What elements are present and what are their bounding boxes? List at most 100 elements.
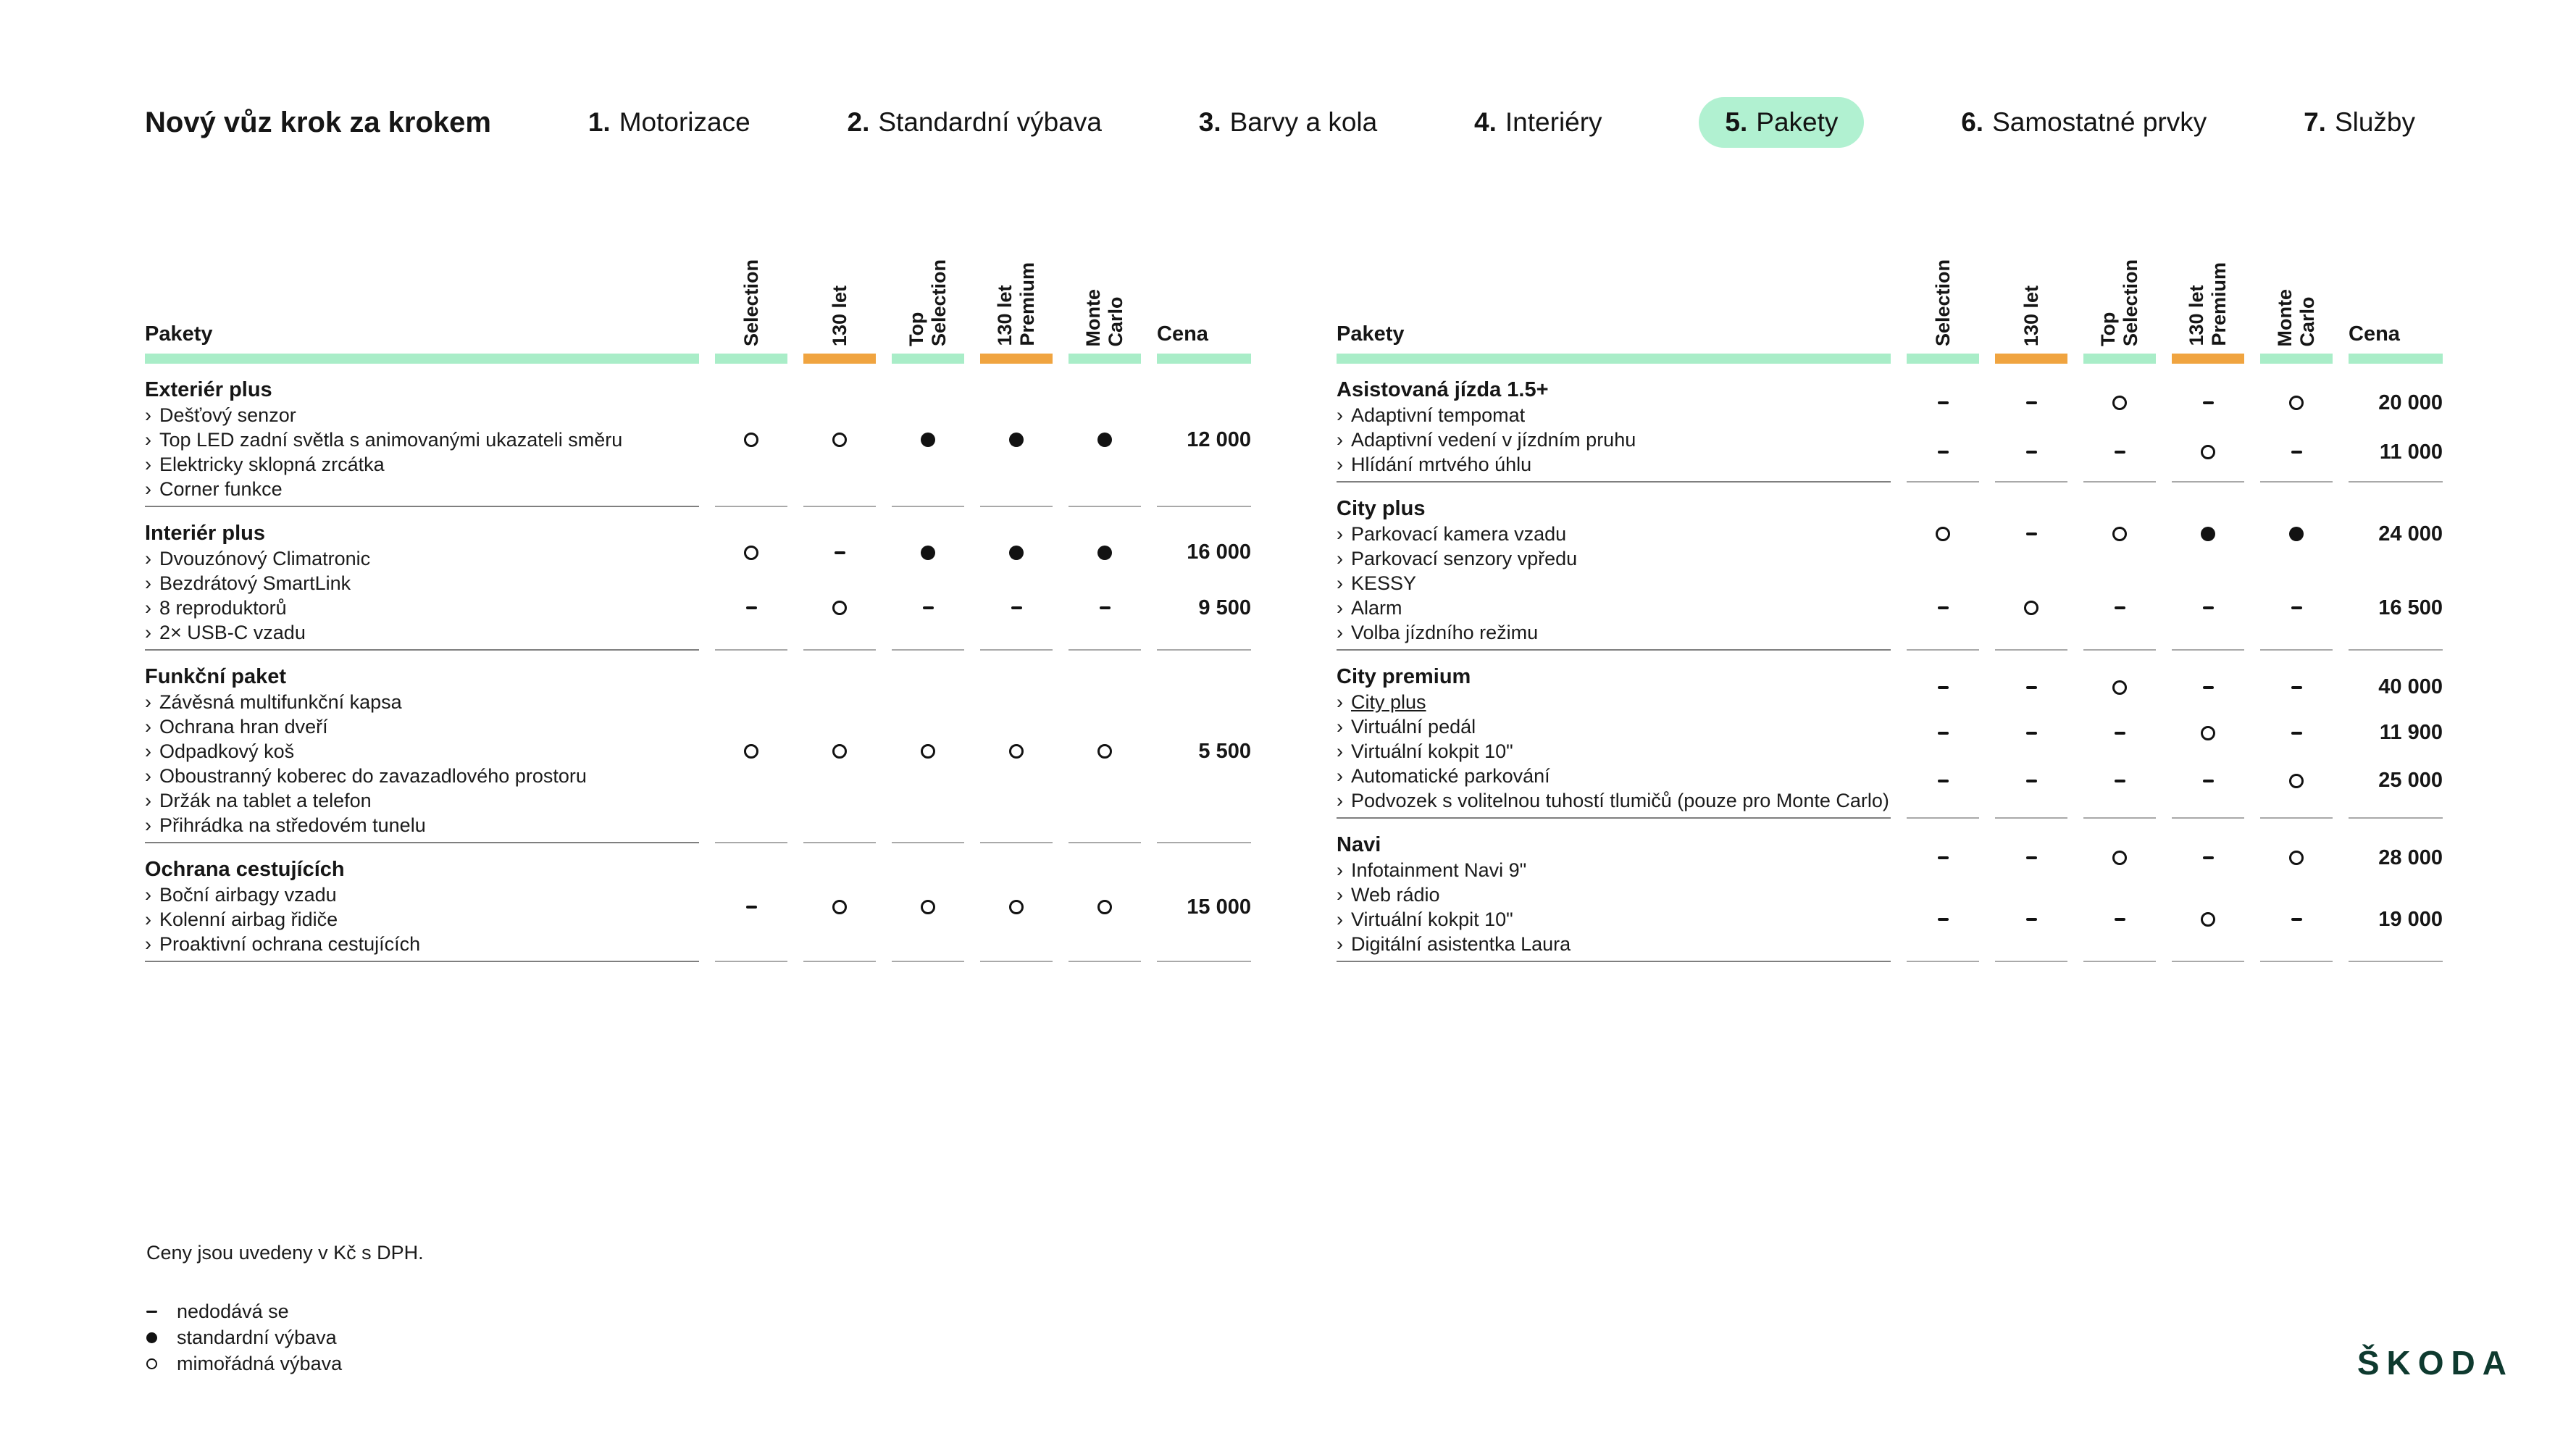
column-underline-bar bbox=[2083, 354, 2156, 364]
trim-marks-cell bbox=[803, 843, 876, 962]
feature-text: Ochrana hran dveří bbox=[159, 716, 328, 738]
feature-text: Virtuální kokpit 10" bbox=[1351, 909, 1513, 930]
availability-mark bbox=[2172, 391, 2244, 415]
trim-marks-cell bbox=[892, 507, 964, 651]
availability-mark bbox=[892, 540, 964, 565]
price-cell: 12 000 bbox=[1157, 364, 1251, 507]
trim-marks-cell bbox=[803, 507, 876, 651]
price-value: 15 000 bbox=[1157, 895, 1251, 919]
trim-marks-cell bbox=[1907, 651, 1979, 819]
mark-symbol bbox=[2291, 606, 2302, 609]
step-label: Samostatné prvky bbox=[1992, 107, 2207, 138]
feature-item: Oboustranný koberec do zavazadlového pro… bbox=[145, 764, 699, 788]
availability-mark bbox=[715, 540, 787, 565]
feature-item: Automatické parkování bbox=[1337, 764, 1891, 788]
step-nav-item-3[interactable]: 3. Barvy a kola bbox=[1199, 97, 1377, 148]
step-nav-item-6[interactable]: 6. Samostatné prvky bbox=[1961, 97, 2207, 148]
trim-marks-cell bbox=[2083, 651, 2156, 819]
feature-item: Virtuální pedál bbox=[1337, 714, 1891, 739]
legend-symbol bbox=[146, 1332, 177, 1343]
package-info-cell: Asistovaná jízda 1.5+ Adaptivní tempomat… bbox=[1337, 364, 1891, 483]
feature-text: Podvozek s volitelnou tuhostí tlumičů (p… bbox=[1351, 790, 1889, 811]
package-tables: Pakety Selection 130 let Top Selection 1… bbox=[145, 239, 2443, 962]
feature-item: Dvouzónový Climatronic bbox=[145, 546, 699, 571]
step-label: Interiéry bbox=[1505, 107, 1602, 138]
feature-text: Dešťový senzor bbox=[159, 404, 296, 426]
feature-text: Parkovací kamera vzadu bbox=[1351, 523, 1566, 545]
feature-text: 8 reproduktorů bbox=[159, 597, 287, 619]
mark-symbol bbox=[923, 606, 934, 609]
step-nav-item-5[interactable]: 5. Pakety bbox=[1699, 97, 1864, 148]
step-nav-item-4[interactable]: 4. Interiéry bbox=[1474, 97, 1602, 148]
feature-text: Digitální asistentka Laura bbox=[1351, 933, 1571, 955]
legend-entry: mimořádná výbava bbox=[146, 1350, 424, 1377]
legend-symbol bbox=[146, 1358, 177, 1369]
step-number: 6. bbox=[1961, 107, 1983, 138]
feature-item: 8 reproduktorů bbox=[145, 596, 699, 620]
trim-marks-cell bbox=[803, 364, 876, 507]
step-nav-item-1[interactable]: 1. Motorizace bbox=[588, 97, 750, 148]
feature-item: Parkovací senzory vpředu bbox=[1337, 546, 1891, 571]
availability-mark bbox=[2172, 596, 2244, 620]
trim-marks-cell bbox=[1069, 651, 1141, 843]
availability-mark bbox=[803, 739, 876, 764]
availability-mark bbox=[803, 427, 876, 452]
step-nav-item-7[interactable]: 7. Služby bbox=[2304, 97, 2415, 148]
page-title: Nový vůz krok za krokem bbox=[145, 107, 491, 139]
feature-text: Dvouzónový Climatronic bbox=[159, 548, 370, 569]
feature-text: Boční airbagy vzadu bbox=[159, 884, 337, 906]
mark-symbol bbox=[1938, 856, 1949, 859]
availability-mark bbox=[2260, 391, 2333, 415]
feature-item: KESSY bbox=[1337, 571, 1891, 596]
skoda-logo: ŠKODA bbox=[2357, 1343, 2514, 1382]
price-value: 16 000 bbox=[1157, 540, 1251, 565]
feature-item: Držák na tablet a telefon bbox=[145, 788, 699, 813]
mark-symbol bbox=[2115, 918, 2125, 921]
trim-marks-cell bbox=[1907, 483, 1979, 651]
package-info-cell: Navi Infotainment Navi 9"Web rádioVirtuá… bbox=[1337, 819, 1891, 962]
feature-list: Boční airbagy vzaduKolenní airbag řidiče… bbox=[145, 882, 699, 956]
step-label: Motorizace bbox=[619, 107, 750, 138]
trim-column-header: Selection bbox=[715, 239, 787, 364]
package-section: Interiér plus Dvouzónový ClimatronicBezd… bbox=[145, 507, 1251, 651]
trim-marks-cell bbox=[803, 651, 876, 843]
price-value: 24 000 bbox=[2349, 522, 2443, 546]
step-nav-item-2[interactable]: 2. Standardní výbava bbox=[848, 97, 1102, 148]
table-header: Pakety Selection 130 let Top Selection 1… bbox=[1337, 239, 2443, 364]
mark-symbol bbox=[2026, 686, 2037, 689]
mark-symbol bbox=[744, 433, 758, 447]
trim-marks-cell bbox=[2260, 819, 2333, 962]
mark-symbol bbox=[1009, 900, 1024, 914]
step-label: Barvy a kola bbox=[1230, 107, 1378, 138]
trim-column-header: 130 let Premium bbox=[2172, 239, 2244, 364]
feature-text: Virtuální pedál bbox=[1351, 716, 1476, 738]
trim-marks-cell bbox=[2260, 651, 2333, 819]
price-cell: 28 00019 000 bbox=[2349, 819, 2443, 962]
step-label: Pakety bbox=[1756, 107, 1838, 138]
trim-label: 130 let Premium bbox=[2186, 262, 2230, 346]
configurator-page: Nový vůz krok za krokem 1. Motorizace 2.… bbox=[0, 0, 2576, 1449]
availability-mark bbox=[2260, 675, 2333, 700]
mark-symbol bbox=[2203, 686, 2214, 689]
feature-text: Hlídání mrtvého úhlu bbox=[1351, 454, 1531, 475]
availability-mark bbox=[2172, 769, 2244, 793]
price-note: Ceny jsou uvedeny v Kč s DPH. bbox=[146, 1240, 424, 1265]
availability-mark bbox=[980, 427, 1053, 452]
column-header-label: Cena bbox=[1157, 322, 1251, 354]
column-header-label: Pakety bbox=[145, 322, 699, 354]
package-title: Funkční paket bbox=[145, 664, 699, 690]
legend-entry: nedodává se bbox=[146, 1298, 424, 1324]
availability-mark bbox=[1995, 440, 2067, 464]
availability-mark bbox=[2083, 391, 2156, 415]
availability-mark bbox=[892, 596, 964, 620]
feature-text: City plus bbox=[1351, 691, 1426, 713]
availability-mark bbox=[1907, 391, 1979, 415]
package-section: City plus Parkovací kamera vzaduParkovac… bbox=[1337, 483, 2443, 651]
mark-symbol bbox=[1009, 546, 1024, 560]
feature-link[interactable]: City plus bbox=[1337, 690, 1891, 714]
feature-text: Parkovací senzory vpředu bbox=[1351, 548, 1577, 569]
trim-marks-cell bbox=[2083, 483, 2156, 651]
trim-label: Monte Carlo bbox=[2274, 289, 2319, 346]
feature-item: Dešťový senzor bbox=[145, 403, 699, 427]
trim-marks-cell bbox=[2172, 483, 2244, 651]
